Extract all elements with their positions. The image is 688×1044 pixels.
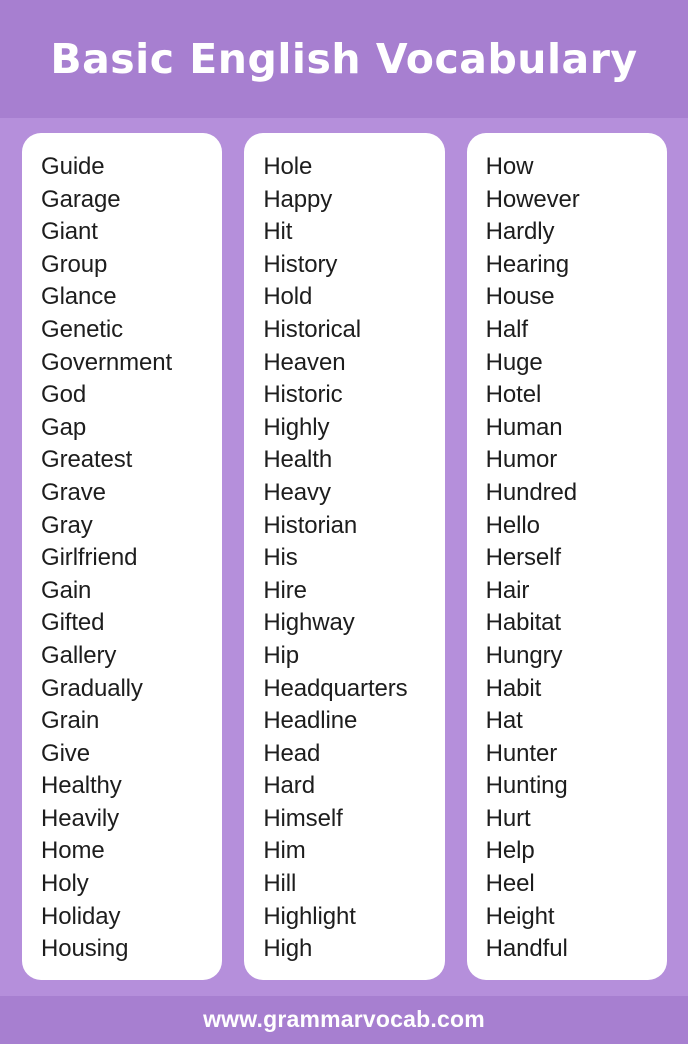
- footer-band: www.grammarvocab.com: [0, 995, 688, 1044]
- vocabulary-word: Healthy: [41, 772, 122, 800]
- vocabulary-word: Habit: [485, 674, 542, 702]
- vocabulary-word: Genetic: [41, 315, 124, 343]
- vocabulary-word: Hip: [263, 641, 300, 669]
- vocabulary-word: Headline: [263, 707, 358, 735]
- vocabulary-word: Hunter: [485, 739, 558, 767]
- website-url[interactable]: www.grammarvocab.com: [203, 1008, 485, 1031]
- vocabulary-word: Hunting: [485, 772, 568, 800]
- page-title: Basic English Vocabulary: [50, 34, 638, 83]
- vocabulary-word: Hurt: [485, 804, 531, 832]
- vocabulary-word: Hat: [485, 707, 523, 735]
- vocabulary-word: Housing: [41, 935, 129, 963]
- vocabulary-word: Hungry: [485, 641, 563, 669]
- vocabulary-word: Glance: [41, 283, 117, 311]
- vocabulary-word: Hold: [263, 283, 313, 311]
- word-columns-area: Guide Garage Giant Group Glance Genetic Govern…: [0, 118, 688, 996]
- vocabulary-word: Gray: [41, 511, 93, 539]
- vocabulary-word: Hearing: [485, 250, 570, 278]
- word-column-card-3: How However Hardly Hearing House Half Huge Hote…: [466, 133, 667, 980]
- vocabulary-word: Grain: [41, 707, 100, 735]
- vocabulary-word: Gap: [41, 413, 87, 441]
- vocabulary-word: Holiday: [41, 902, 121, 930]
- vocabulary-word: God: [41, 381, 87, 409]
- vocabulary-word: Heavy: [263, 478, 331, 506]
- vocabulary-word: Human: [485, 413, 563, 441]
- vocabulary-word: Hard: [263, 772, 315, 800]
- vocabulary-word: Guide: [41, 153, 105, 180]
- vocabulary-word: Girlfriend: [41, 544, 138, 572]
- vocabulary-word: House: [485, 283, 555, 311]
- vocabulary-word: Him: [263, 837, 306, 865]
- vocabulary-word: Habitat: [485, 609, 561, 637]
- header-band: Basic English Vocabulary: [0, 0, 688, 118]
- vocabulary-word: Historic: [263, 381, 343, 409]
- vocabulary-word: Himself: [263, 804, 343, 832]
- vocabulary-word: Highly: [263, 413, 330, 441]
- vocabulary-word: Heel: [485, 870, 535, 898]
- vocabulary-word: Giant: [41, 218, 98, 246]
- vocabulary-word: Group: [41, 250, 108, 278]
- vocabulary-word: Hair: [485, 576, 530, 604]
- vocabulary-word: Garage: [41, 185, 121, 213]
- vocabulary-word: Help: [485, 837, 535, 865]
- vocabulary-word: Huge: [485, 348, 543, 376]
- vocabulary-word: Gallery: [41, 641, 117, 669]
- vocabulary-word: Humor: [485, 446, 558, 474]
- vocabulary-word: Half: [485, 315, 528, 343]
- vocabulary-word: Hire: [263, 576, 307, 604]
- vocabulary-word: Hundred: [485, 478, 578, 506]
- vocabulary-word: How: [485, 153, 534, 180]
- vocabulary-word: Highway: [263, 609, 355, 637]
- vocabulary-word: Historical: [263, 315, 362, 343]
- vocabulary-word: Handful: [485, 935, 568, 963]
- vocabulary-word: Headquarters: [263, 674, 408, 702]
- vocabulary-word: Hole: [263, 153, 313, 180]
- vocabulary-word: Herself: [485, 544, 561, 572]
- vocabulary-word: Gain: [41, 576, 92, 604]
- vocabulary-word: Health: [263, 446, 333, 474]
- vocabulary-word: Home: [41, 837, 105, 865]
- vocabulary-word: Hotel: [485, 381, 542, 409]
- vocabulary-word: Hardly: [485, 218, 555, 246]
- vocabulary-word: Height: [485, 902, 555, 930]
- vocabulary-word: Heavily: [41, 804, 119, 832]
- vocabulary-word: Historian: [263, 511, 358, 539]
- vocabulary-word: Government: [41, 348, 173, 376]
- vocabulary-word: Head: [263, 739, 321, 767]
- vocabulary-word: Hill: [263, 870, 297, 898]
- vocabulary-word: Gifted: [41, 609, 105, 637]
- vocabulary-word: Hello: [485, 511, 540, 539]
- vocabulary-word: Give: [41, 739, 90, 767]
- vocabulary-word: Happy: [263, 185, 333, 213]
- vocabulary-word: His: [263, 544, 298, 572]
- vocabulary-word: Highlight: [263, 902, 356, 930]
- vocabulary-word: History: [263, 250, 338, 278]
- vocabulary-word: Gradually: [41, 674, 143, 702]
- vocabulary-word: High: [263, 935, 313, 963]
- vocabulary-word: Grave: [41, 478, 106, 506]
- word-column-card-1: Guide Garage Giant Group Glance Genetic Govern…: [22, 133, 223, 980]
- vocabulary-word: Heaven: [263, 348, 346, 376]
- vocabulary-word: Hit: [263, 218, 293, 246]
- vocabulary-word: Greatest: [41, 446, 133, 474]
- word-column-card-2: Hole Happy Hit History Hold Historical Heaven H…: [244, 133, 445, 980]
- vocabulary-word: However: [485, 185, 580, 213]
- vocabulary-poster: Basic English Vocabulary Guide Garage Gian…: [0, 0, 688, 1044]
- vocabulary-word: Holy: [41, 870, 89, 898]
